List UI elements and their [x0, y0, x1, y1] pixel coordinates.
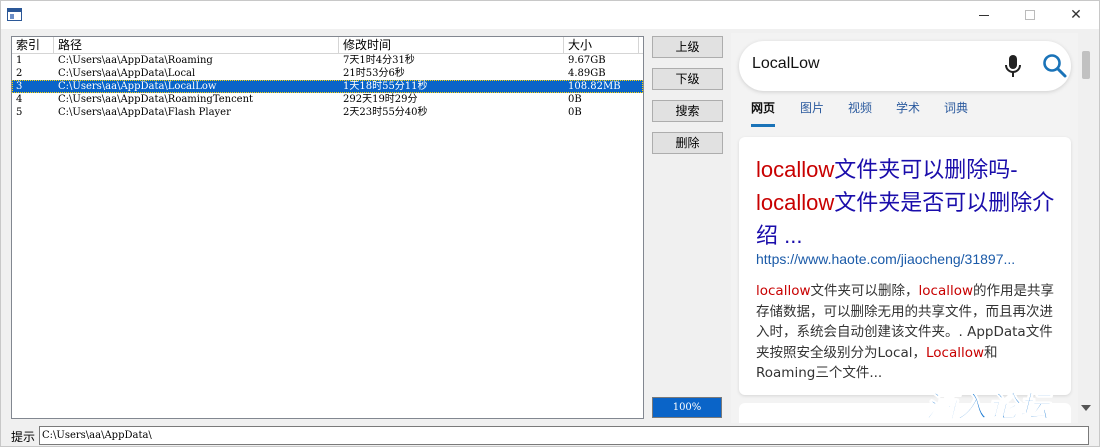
search-button[interactable]: 搜索 — [652, 100, 723, 122]
column-header-index[interactable]: 索引 — [12, 37, 54, 54]
embedded-browser[interactable]: LocalLow 网页 图片 视频 学术 词典 locallow文件夹可以删除吗… — [731, 33, 1091, 423]
cell-size: 4.89GB — [568, 68, 606, 79]
up-button[interactable]: 上级 — [652, 36, 723, 58]
cell-path: C:\Users\aa\AppData\LocalLow — [58, 81, 217, 92]
result-snippet: locallow文件夹可以删除，locallow的作用是共享存储数据，可以删除无… — [756, 281, 1056, 384]
search-box[interactable]: LocalLow — [739, 41, 1071, 91]
cell-path: C:\Users\aa\AppData\Local — [58, 68, 196, 79]
scrollbar-thumb[interactable] — [1082, 51, 1090, 79]
cell-size: 9.67GB — [568, 55, 606, 66]
search-icon[interactable] — [1042, 53, 1068, 79]
scroll-down-icon[interactable] — [1081, 405, 1091, 411]
status-path-field[interactable]: C:\Users\aa\AppData\ — [39, 426, 1089, 445]
table-row[interactable]: 2 C:\Users\aa\AppData\Local 21时53分6秒 4.89GB — [12, 67, 643, 80]
cell-path: C:\Users\aa\AppData\Roaming — [58, 55, 213, 66]
cell-index: 2 — [16, 68, 23, 79]
text-span: 文件夹可以删除吗- — [834, 157, 1018, 182]
table-row[interactable]: 4 C:\Users\aa\AppData\RoamingTencent 292天1… — [12, 93, 643, 106]
text-span: 文件夹可以删除， — [810, 283, 919, 299]
maximize-button[interactable] — [1007, 1, 1053, 29]
cell-modified: 21时53分6秒 — [343, 68, 405, 79]
status-label: 提示 — [11, 430, 36, 444]
list-rows: 1 C:\Users\aa\AppData\Roaming 7天1时4分31秒 9.6… — [12, 54, 643, 119]
column-header-path[interactable]: 路径 — [54, 37, 339, 54]
highlight-term: Locallow — [926, 344, 985, 361]
tab-dictionary[interactable]: 词典 — [944, 99, 968, 127]
cell-path: C:\Users\aa\AppData\Flash Player — [58, 107, 231, 118]
table-row[interactable]: 3 C:\Users\aa\AppData\LocalLow 1天18时55分11秒… — [12, 80, 643, 93]
app-window: ✕ 索引 路径 修改时间 大小 1 C:\Users\aa\AppData\Roa… — [0, 0, 1100, 447]
highlight-term: locallow — [756, 157, 835, 182]
table-row[interactable]: 5 C:\Users\aa\AppData\Flash Player 2天23时55… — [12, 106, 643, 119]
column-header-size[interactable]: 大小 — [564, 37, 639, 54]
delete-button[interactable]: 删除 — [652, 132, 723, 154]
minimize-button[interactable] — [961, 1, 1007, 29]
result-title-link[interactable]: locallow文件夹可以删除吗-locallow文件夹是否可以删除介绍 ... — [756, 153, 1056, 252]
result-url[interactable]: https://www.haote.com/jiaocheng/31897... — [756, 251, 1052, 267]
progress-bar: 100% — [652, 397, 722, 418]
highlight-term: locallow — [756, 190, 835, 215]
cell-size: 108.82MB — [568, 81, 621, 92]
cell-modified: 2天23时55分40秒 — [343, 107, 428, 118]
table-row[interactable]: 1 C:\Users\aa\AppData\Roaming 7天1时4分31秒 9.6… — [12, 54, 643, 67]
minimize-icon — [979, 14, 989, 16]
tab-videos[interactable]: 视频 — [848, 99, 872, 127]
maximize-icon — [1025, 10, 1035, 20]
cell-modified: 1天18时55分11秒 — [343, 81, 428, 92]
cell-size: 0B — [568, 107, 582, 118]
cell-modified: 292天19时29分 — [343, 94, 418, 105]
cell-index: 4 — [16, 94, 23, 105]
highlight-term: locallow — [756, 283, 811, 299]
tab-web[interactable]: 网页 — [751, 99, 776, 127]
title-bar[interactable]: ✕ — [1, 1, 1099, 29]
microphone-icon[interactable] — [1001, 53, 1025, 79]
cell-modified: 7天1时4分31秒 — [343, 55, 415, 66]
cell-index: 3 — [16, 81, 23, 92]
cell-index: 5 — [16, 107, 23, 118]
column-header-modified[interactable]: 修改时间 — [339, 37, 564, 54]
cell-index: 1 — [16, 55, 23, 66]
browser-scrollbar[interactable] — [1078, 33, 1094, 423]
cell-path: C:\Users\aa\AppData\RoamingTencent — [58, 94, 254, 105]
watermark-logo: 酒入论坛 — [926, 390, 1050, 426]
search-result-card: locallow文件夹可以删除吗-locallow文件夹是否可以删除介绍 ...… — [739, 137, 1071, 395]
list-header: 索引 路径 修改时间 大小 — [12, 37, 643, 54]
app-icon — [7, 8, 22, 21]
status-bar: 提示 C:\Users\aa\AppData\ — [1, 425, 1099, 446]
folder-list-view[interactable]: 索引 路径 修改时间 大小 1 C:\Users\aa\AppData\Roami… — [11, 36, 644, 419]
search-input[interactable]: LocalLow — [752, 55, 820, 73]
close-button[interactable]: ✕ — [1053, 1, 1099, 29]
down-button[interactable]: 下级 — [652, 68, 723, 90]
tab-images[interactable]: 图片 — [800, 99, 824, 127]
tab-academic[interactable]: 学术 — [896, 99, 920, 127]
highlight-term: locallow — [918, 283, 974, 299]
cell-size: 0B — [568, 94, 582, 105]
